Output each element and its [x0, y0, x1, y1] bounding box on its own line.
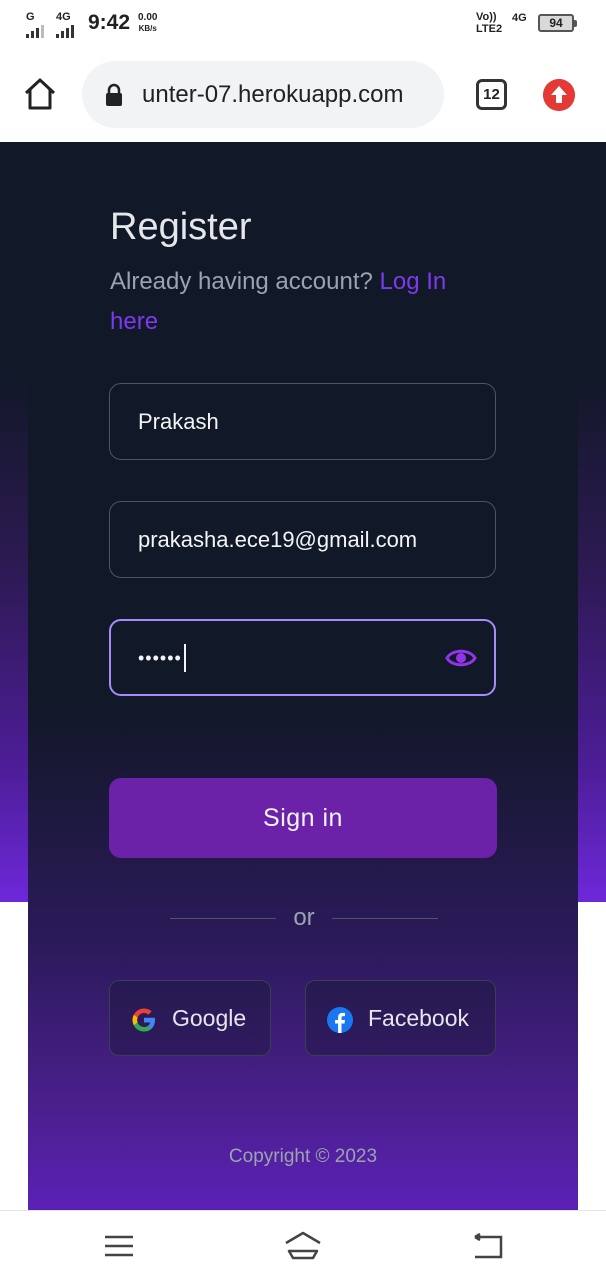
copyright-text: Copyright © 2023	[228, 1146, 378, 1167]
network-type: 4G	[512, 12, 527, 24]
network-speed-unit: KB/s	[138, 24, 157, 33]
google-icon	[132, 1008, 155, 1032]
name-input[interactable]	[138, 384, 438, 459]
lock-icon	[106, 83, 122, 106]
url-text[interactable]: unter-07.herokuapp.com	[142, 81, 438, 109]
status-time: 9:42	[88, 11, 131, 34]
password-field[interactable]	[109, 619, 496, 696]
tab-switcher-button[interactable]: 12	[476, 79, 507, 110]
email-input[interactable]	[138, 502, 438, 577]
signal-sim2-label: 4G	[56, 11, 71, 23]
update-menu-icon[interactable]	[543, 79, 575, 111]
signal-sim1-label: G	[26, 11, 35, 23]
google-label: Google	[172, 1005, 247, 1031]
facebook-icon	[327, 1007, 353, 1033]
status-bar: G 4G 9:42 0.00 KB/s Vo)) LTE2 4G 94	[0, 0, 606, 48]
volte-top: Vo))	[476, 11, 497, 23]
system-nav-bar	[0, 1210, 606, 1280]
home-icon[interactable]	[22, 76, 58, 112]
web-page: Register Already having account? Log In …	[0, 142, 606, 1210]
battery-icon: 94	[538, 14, 577, 32]
menu-icon[interactable]	[99, 1229, 139, 1263]
page-title: Register	[110, 206, 252, 248]
or-divider: or	[170, 902, 438, 936]
sign-in-button[interactable]: Sign in	[109, 778, 497, 858]
signal-sim2-icon: 4G	[56, 12, 74, 38]
text-caret	[184, 644, 186, 672]
signal-sim1-icon: G	[26, 12, 44, 38]
volte-bottom: LTE2	[476, 23, 503, 35]
volte-indicator: Vo)) LTE2	[476, 11, 502, 35]
address-bar[interactable]: unter-07.herokuapp.com	[82, 61, 444, 128]
facebook-label: Facebook	[368, 1005, 470, 1031]
email-field[interactable]	[109, 501, 496, 578]
browser-toolbar: unter-07.herokuapp.com 12	[0, 48, 606, 142]
facebook-login-button[interactable]: Facebook	[305, 980, 496, 1056]
show-password-eye-icon[interactable]	[445, 645, 477, 671]
divider-line-right	[332, 918, 438, 919]
back-icon[interactable]	[467, 1229, 507, 1263]
home-nav-icon[interactable]	[283, 1229, 323, 1263]
network-speed-value: 0.00	[138, 12, 158, 23]
battery-level: 94	[549, 16, 563, 30]
login-prompt-text: Already having account?	[110, 268, 373, 295]
password-input[interactable]	[138, 621, 438, 696]
name-field[interactable]	[109, 383, 496, 460]
login-prompt: Already having account? Log In here	[110, 262, 500, 342]
google-login-button[interactable]: Google	[109, 980, 271, 1056]
network-speed: 0.00 KB/s	[138, 12, 157, 34]
